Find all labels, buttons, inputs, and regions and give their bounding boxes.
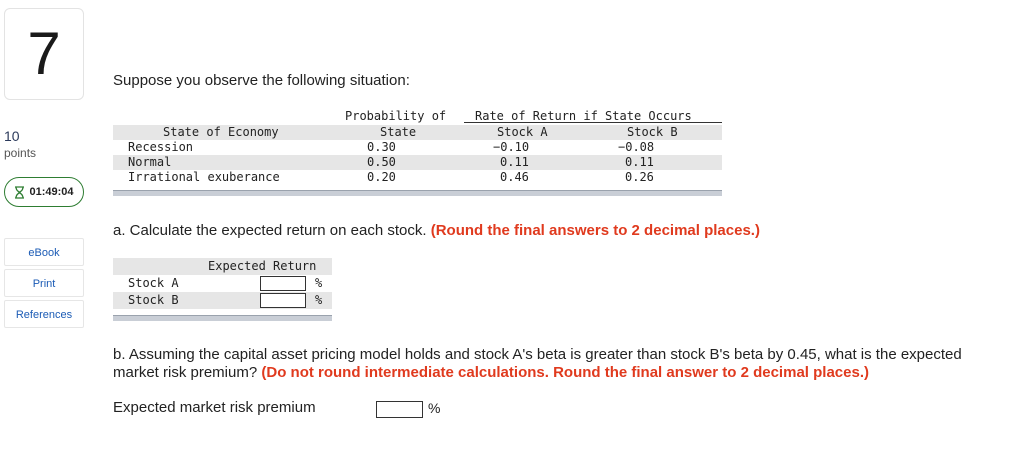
stock-b-expected-return-input[interactable] bbox=[260, 293, 306, 308]
side-links: eBook Print References bbox=[4, 238, 84, 331]
row-stock-a: 0.11 bbox=[500, 155, 529, 169]
ebook-link[interactable]: eBook bbox=[4, 238, 84, 266]
part-b-question: b. Assuming the capital asset pricing mo… bbox=[113, 346, 1008, 382]
row-stock-b: 0.26 bbox=[625, 170, 654, 184]
row-probability: 0.50 bbox=[367, 155, 396, 169]
header-expected-return: Expected Return bbox=[208, 259, 317, 273]
part-a-question: a. Calculate the expected return on each… bbox=[113, 222, 760, 239]
header-rate-of-return: Rate of Return if State Occurs bbox=[475, 109, 692, 123]
table-footer-bar bbox=[113, 315, 332, 321]
part-b-instruction: (Do not round intermediate calculations.… bbox=[261, 364, 869, 381]
row-probability: 0.30 bbox=[367, 140, 396, 154]
row-label: Normal bbox=[128, 155, 172, 169]
question-number: 7 bbox=[27, 20, 61, 87]
row-probability: 0.20 bbox=[367, 170, 396, 184]
references-link[interactable]: References bbox=[4, 300, 84, 328]
row-stock-a: −0.10 bbox=[493, 140, 530, 154]
table-footer-bar bbox=[113, 190, 722, 196]
intro-text: Suppose you observe the following situat… bbox=[113, 72, 410, 89]
expected-mrp-input[interactable] bbox=[376, 401, 423, 418]
hourglass-icon bbox=[15, 185, 25, 199]
row-label: Recession bbox=[128, 140, 194, 154]
row-stock-b: 0.11 bbox=[625, 155, 654, 169]
percent-unit: % bbox=[315, 276, 323, 290]
header-stock-a: Stock A bbox=[497, 125, 548, 139]
part-a-instruction: (Round the final answers to 2 decimal pl… bbox=[430, 222, 760, 239]
stock-a-label: Stock A bbox=[128, 276, 179, 290]
print-link[interactable]: Print bbox=[4, 269, 84, 297]
row-label: Irrational exuberance bbox=[128, 170, 280, 184]
question-number-box: 7 bbox=[4, 8, 84, 100]
timer-badge[interactable]: 01:49:04 bbox=[4, 177, 84, 207]
stock-b-label: Stock B bbox=[128, 293, 179, 307]
points-value: 10 bbox=[4, 128, 20, 144]
points-label: points bbox=[4, 146, 37, 160]
timer-text: 01:49:04 bbox=[29, 186, 74, 198]
header-state-of-economy: State of Economy bbox=[163, 125, 279, 139]
expected-mrp-label: Expected market risk premium bbox=[113, 399, 316, 416]
header-stock-b: Stock B bbox=[627, 125, 678, 139]
state-returns-table: Probability of Rate of Return if State O… bbox=[113, 108, 722, 196]
header-probability-of: Probability of bbox=[345, 109, 447, 123]
part-a-text: a. Calculate the expected return on each… bbox=[113, 222, 427, 239]
percent-unit: % bbox=[315, 293, 323, 307]
expected-return-table: Expected Return Stock A % Stock B % bbox=[113, 258, 332, 322]
header-state: State bbox=[380, 125, 417, 139]
percent-unit: % bbox=[428, 400, 441, 416]
row-stock-a: 0.46 bbox=[500, 170, 529, 184]
stock-a-expected-return-input[interactable] bbox=[260, 276, 306, 291]
row-stock-b: −0.08 bbox=[618, 140, 655, 154]
